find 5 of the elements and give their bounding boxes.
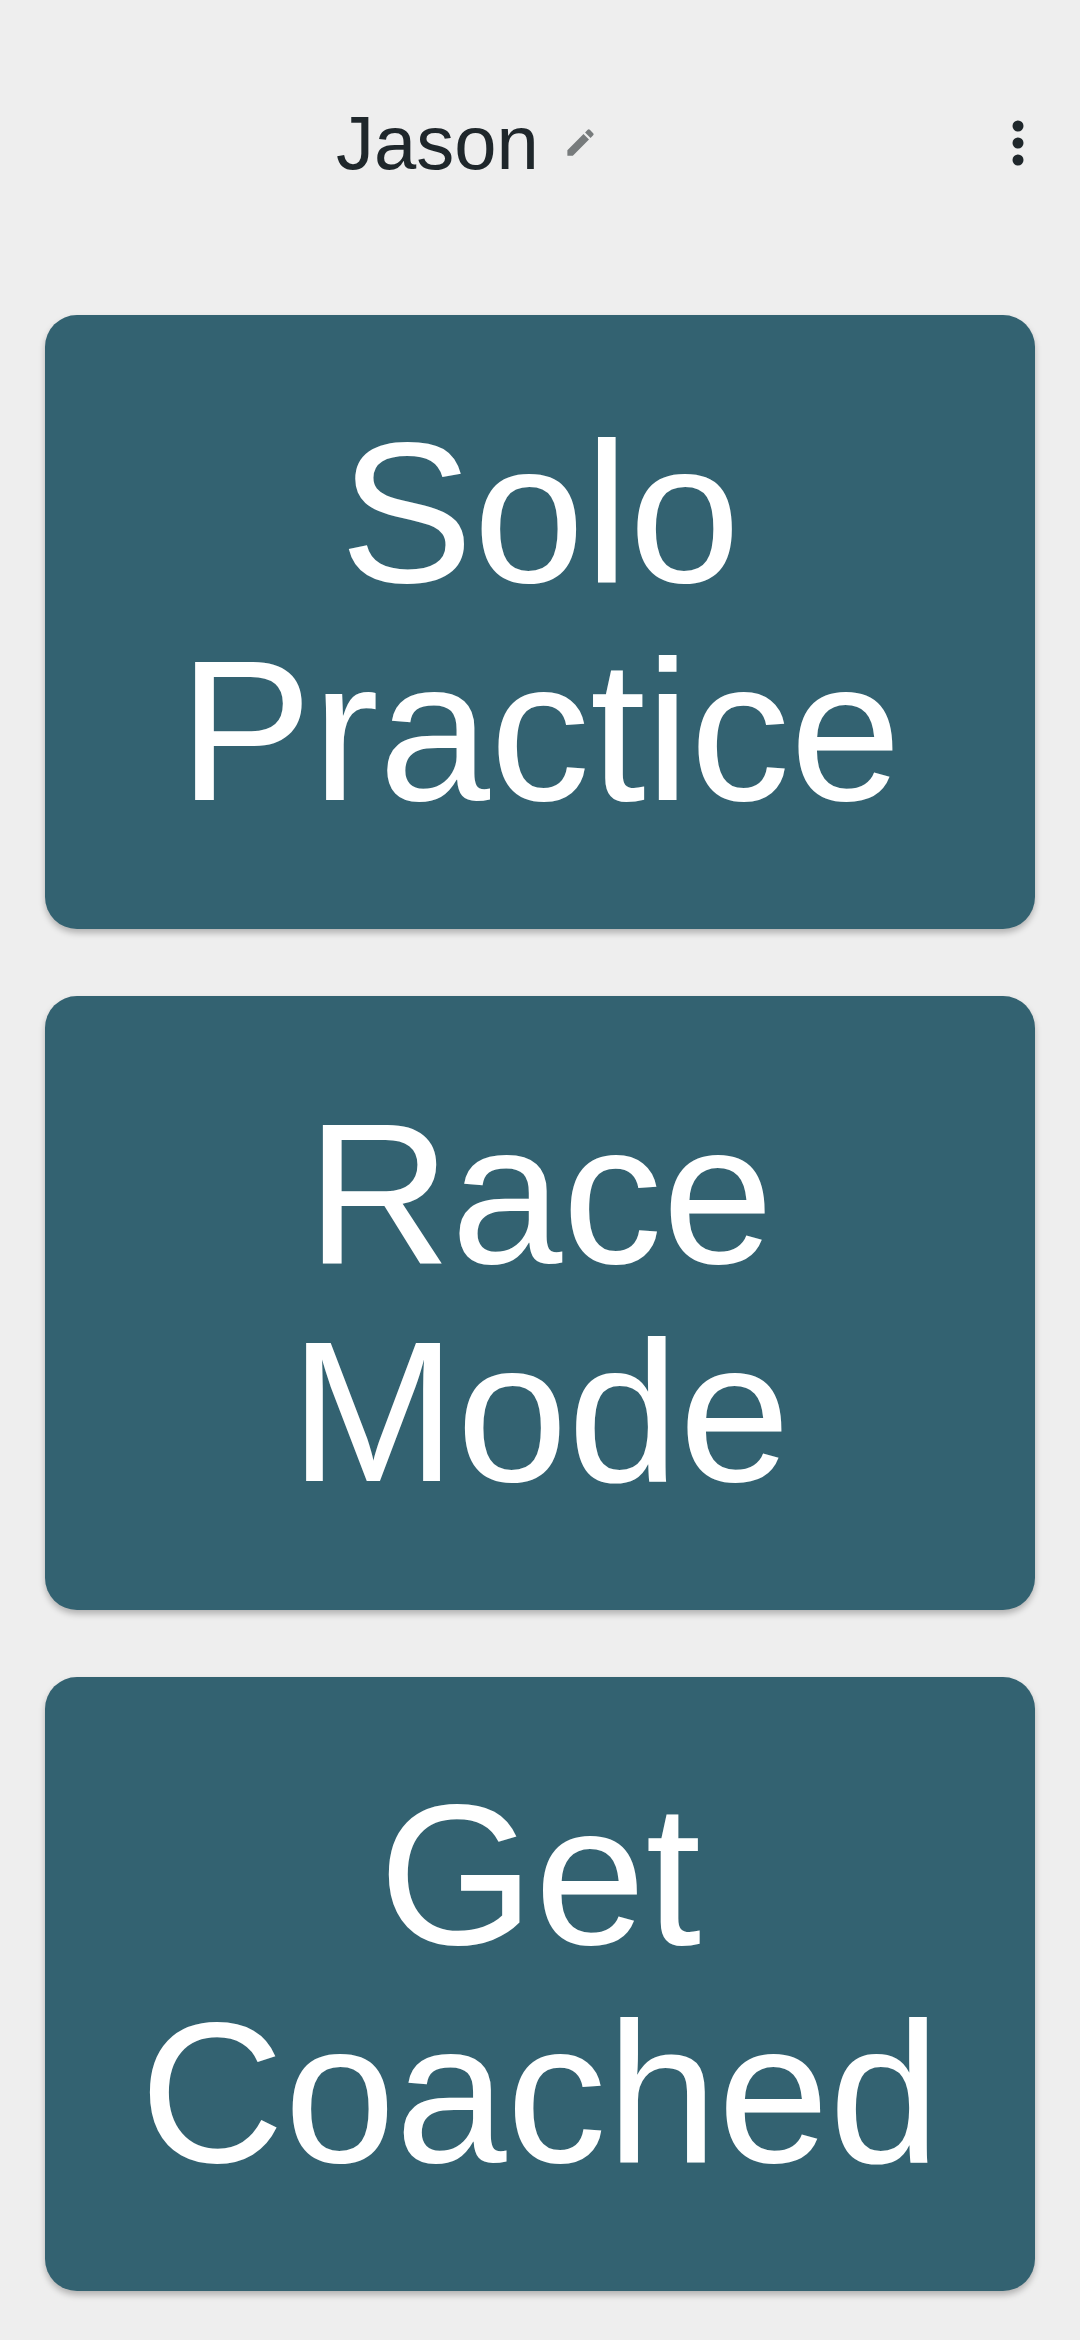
more-options-icon[interactable]: [1012, 119, 1024, 166]
mode-button[interactable]: Solo Practice: [45, 315, 1035, 929]
mode-button[interactable]: Race Mode: [45, 996, 1035, 1610]
mode-button[interactable]: Get Coached: [45, 1677, 1035, 2291]
profile-name: Jason: [336, 104, 539, 181]
